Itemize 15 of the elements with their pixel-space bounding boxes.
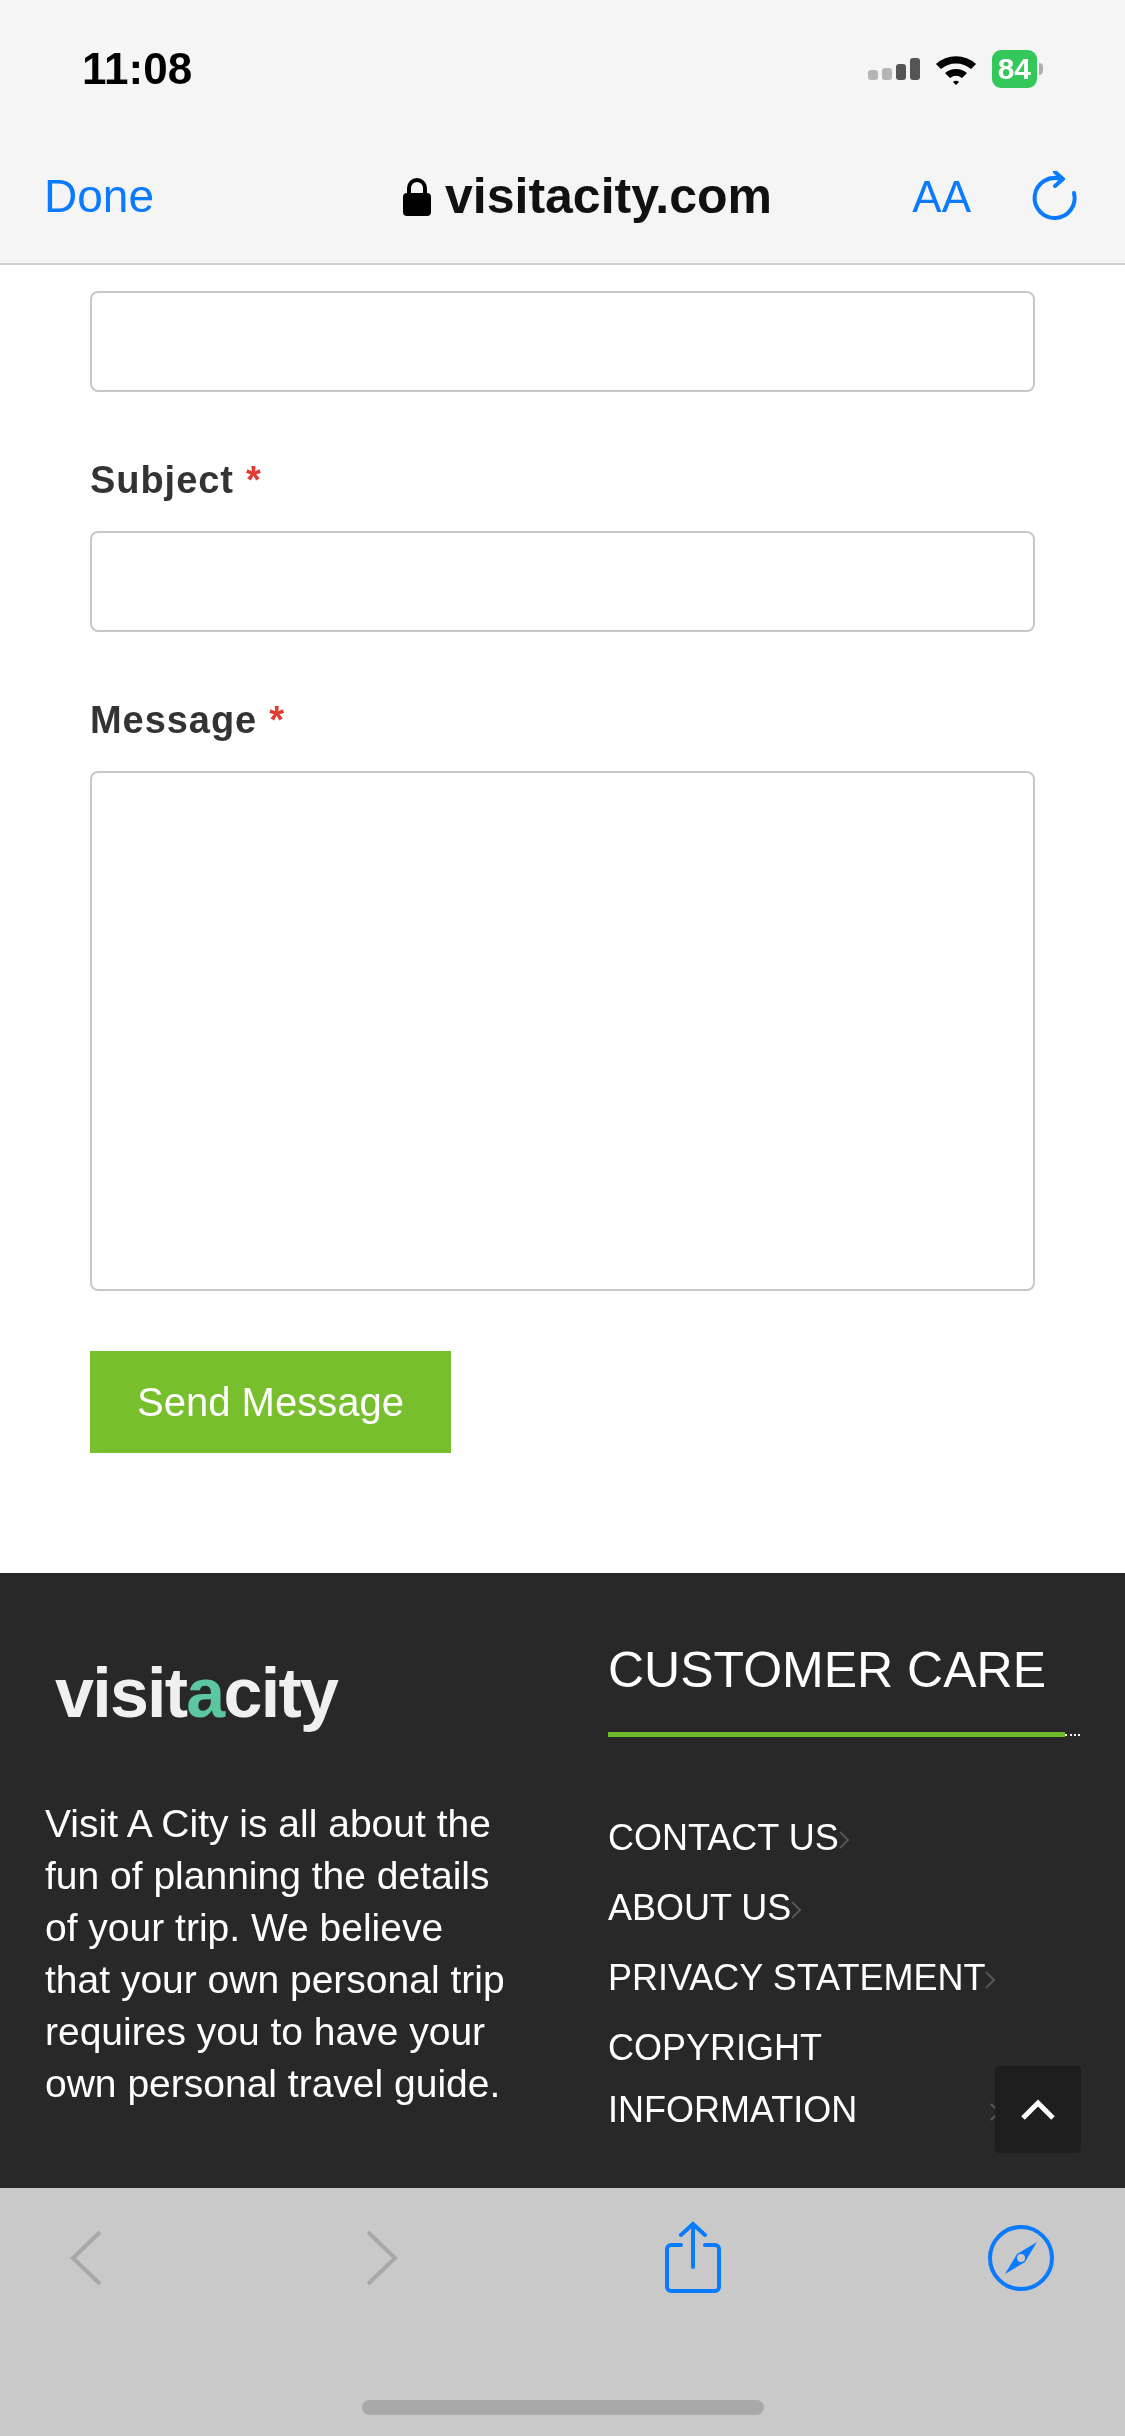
about-text: Visit A City is all about the fun of planning the details of your trip. We believe that your own personal trip requires you to have your own personal travel guide. <box>45 1801 506 2107</box>
footer-link[interactable]: PRIVACY STATEMENT <box>608 1947 986 2009</box>
field-label: Subject <box>90 458 234 503</box>
url-text[interactable]: visitacity.com <box>445 159 772 234</box>
done-button[interactable]: Done <box>44 162 294 231</box>
battery-indicator: 84 <box>991 50 1043 88</box>
footer-link[interactable]: CONTACT US <box>608 1807 839 1869</box>
section-title: CUSTOMER CARE <box>608 1641 1047 1700</box>
field-label: Message <box>90 698 258 743</box>
footer-link[interactable]: ABOUT US <box>608 1877 792 1939</box>
text-size-button[interactable]: AA <box>881 163 971 230</box>
footer-link[interactable]: COPYRIGHT INFORMATION <box>608 2017 990 2141</box>
required-mark: * <box>269 698 284 743</box>
status-time: 11:08 <box>82 43 193 95</box>
required-mark: * <box>245 458 261 503</box>
